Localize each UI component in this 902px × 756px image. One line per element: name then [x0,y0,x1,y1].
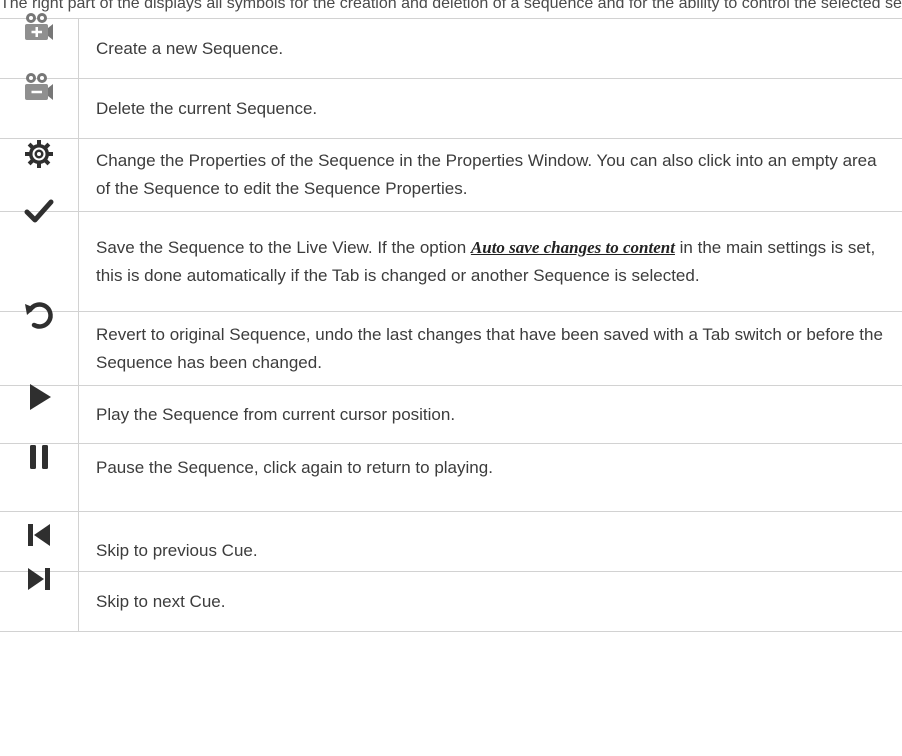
icon-cell [0,73,79,139]
table-row: Pause the Sequence, click again to retur… [0,443,902,512]
icon-cell [0,384,79,444]
table-row: Save the Sequence to the Live View. If t… [0,199,902,312]
revert-icon [0,298,78,332]
table-row: Delete the current Sequence. [0,73,902,139]
description-text: Skip to previous Cue. [96,541,258,560]
camera-minus-icon [0,71,78,105]
icon-cell [0,302,79,386]
description-text: Pause the Sequence, click again to retur… [96,458,493,477]
description: Skip to previous Cue. [78,511,902,572]
gear-icon [0,137,78,171]
skip-previous-icon [0,518,78,552]
icon-cell [0,13,79,79]
table-row: Play the Sequence from current cursor po… [0,384,902,444]
skip-next-icon [0,562,78,596]
description: Save the Sequence to the Live View. If t… [78,211,902,312]
description: Change the Properties of the Sequence in… [78,138,902,212]
description: Revert to original Sequence, undo the la… [78,311,902,386]
camera-plus-icon [0,11,78,45]
table-row: Change the Properties of the Sequence in… [0,137,902,212]
icon-cell [0,199,79,312]
intro-text: The right part of the displays all symbo… [0,0,902,12]
description: Delete the current Sequence. [78,78,902,139]
table-row: Skip to next Cue. [0,568,902,632]
table-row: Create a new Sequence. [0,13,902,79]
auto-save-link[interactable]: Auto save changes to content [471,238,675,257]
icon-cell [0,568,79,632]
description: Play the Sequence from current cursor po… [78,385,902,444]
table-row: Skip to previous Cue. [0,511,902,572]
icon-cell [0,443,79,512]
description: Pause the Sequence, click again to retur… [78,443,902,512]
checkmark-icon [0,194,78,228]
icon-reference-table: Create a new Sequence. Delete the curren… [0,13,902,632]
description: Skip to next Cue. [78,571,902,632]
pause-icon [0,440,78,474]
table-row: Revert to original Sequence, undo the la… [0,302,902,386]
description-text: Save the Sequence to the Live View. If t… [96,237,471,257]
play-icon [0,380,78,414]
description: Create a new Sequence. [78,18,902,79]
